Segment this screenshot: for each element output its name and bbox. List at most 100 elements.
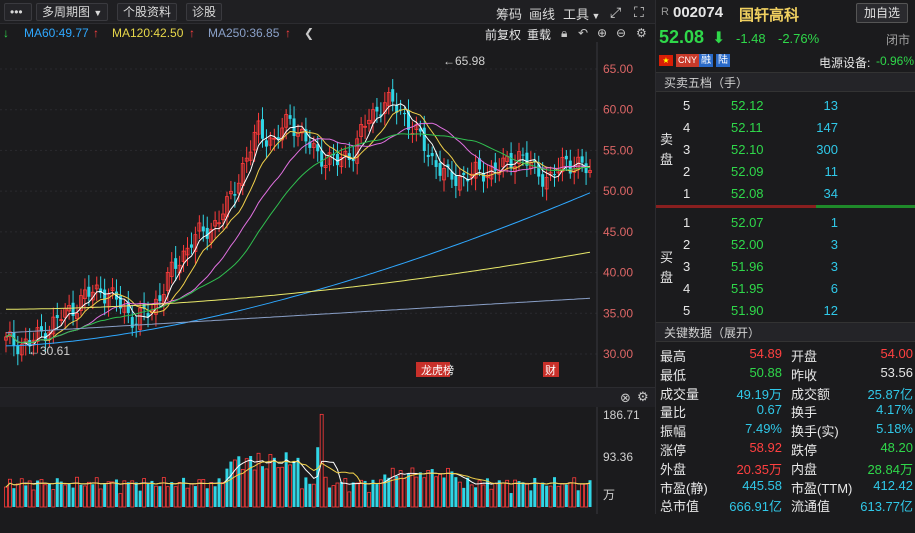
adjust-prev-button[interactable]: 前复权: [485, 26, 521, 43]
volume-bar: [51, 489, 56, 508]
candle-body: [320, 150, 324, 167]
multi-period-button[interactable]: 多周期图 ▼: [36, 3, 109, 21]
overlay-button[interactable]: 重载: [527, 26, 551, 43]
buy-level-row[interactable]: 1 52.07 1: [656, 211, 915, 233]
buy-level-num: 2: [683, 237, 691, 252]
volume-bar: [264, 468, 269, 508]
volume-bar: [347, 491, 352, 508]
undo-icon[interactable]: ↶: [578, 26, 588, 40]
lhb-badge[interactable]: 龙虎榜: [421, 363, 454, 377]
sell-level-price: 52.11: [731, 120, 763, 135]
keydata-label: 成交量: [660, 386, 700, 402]
expand-icon[interactable]: ⤢: [610, 4, 621, 21]
volume-bar: [422, 477, 427, 508]
volume-bar: [509, 493, 513, 507]
volume-bar: [454, 477, 458, 507]
volume-bar: [12, 488, 16, 507]
volume-bar: [469, 484, 474, 508]
volume-bar: [189, 483, 194, 508]
volume-bar: [430, 469, 434, 507]
volume-bar: [323, 476, 328, 508]
volume-bar: [43, 484, 48, 508]
volume-bar: [182, 477, 186, 507]
sell-level-num: 4: [683, 120, 691, 135]
volume-bar: [588, 480, 592, 507]
close-icon[interactable]: ⊗: [620, 390, 631, 406]
orderbook-header: 买卖五档（手）: [656, 72, 915, 92]
buy-level-num: 5: [683, 303, 691, 318]
market-status: 闭市: [886, 33, 911, 47]
connect-tag: 陆: [716, 54, 730, 67]
keydata-header[interactable]: 关键数据（展开）: [656, 322, 915, 342]
candle-body: [335, 153, 339, 166]
keydata-value: 4.17%: [876, 402, 913, 418]
buy-level-row[interactable]: 2 52.00 3: [656, 233, 915, 255]
volume-bar: [529, 490, 533, 507]
chart-toolbar: ••• 多周期图 ▼ 个股资料 诊股 筹码 画线 工具 ▼ ⤢ ⛶: [0, 0, 655, 24]
keydata-value: 54.00: [880, 346, 913, 361]
lock-icon[interactable]: 🔒︎: [561, 26, 567, 41]
candle-body: [434, 160, 438, 167]
sell-level-row[interactable]: 5 52.12 13: [656, 94, 915, 116]
quote-panel: R 002074 国轩高科 加自选 52.08 ⬇ -1.48 -2.76% 闭…: [655, 0, 915, 514]
keydata-label: 成交额: [791, 386, 831, 402]
volume-bar: [232, 459, 237, 508]
price-tick-label: 40.00: [603, 266, 633, 280]
candle-body: [564, 155, 568, 160]
zoom-in-icon[interactable]: ⊕: [597, 26, 607, 40]
more-menu-button[interactable]: •••: [4, 3, 32, 21]
volume-bar: [122, 480, 127, 508]
settings-icon[interactable]: ⚙: [637, 389, 649, 405]
volume-bar: [185, 487, 190, 508]
buy-level-row[interactable]: 3 51.96 3: [656, 255, 915, 277]
volume-bar: [221, 482, 225, 508]
keydata-row: 涨停 58.92 跌停 48.20: [656, 439, 915, 458]
keydata-row: 最高 54.89 开盘 54.00: [656, 345, 915, 364]
keydata-value: 53.56: [880, 364, 913, 380]
settings-icon[interactable]: ⚙: [636, 26, 647, 40]
ma20-line: [5, 122, 591, 344]
sell-level-row[interactable]: 4 52.11 147: [656, 116, 915, 138]
sector-label[interactable]: 电源设备:: [819, 54, 870, 71]
volume-bar: [533, 477, 537, 507]
chevron-left-icon[interactable]: ❮: [304, 26, 314, 40]
volume-bar: [395, 476, 399, 507]
kline-chart[interactable]: 65.00 60.00 55.00 50.00 45.00 40.00 35.00 30.00…: [0, 42, 655, 387]
diagnose-button[interactable]: 诊股: [186, 3, 223, 21]
candle-body: [584, 163, 588, 174]
stock-code: 002074: [673, 4, 724, 21]
tools-button[interactable]: 工具 ▼: [563, 4, 600, 23]
volume-chart[interactable]: 186.71 93.36 万: [0, 407, 655, 533]
zoom-out-icon[interactable]: ⊖: [616, 26, 626, 40]
volume-bar: [390, 467, 395, 508]
keydata-value: 50.88: [749, 364, 782, 380]
buy-level-volume: 6: [830, 281, 838, 296]
buy-level-row[interactable]: 5 51.90 12: [656, 299, 915, 321]
volume-tick-mid: 93.36: [603, 450, 633, 464]
sell-level-row[interactable]: 1 52.08 34: [656, 182, 915, 204]
volume-bar: [485, 478, 489, 507]
sell-level-row[interactable]: 3 52.10 300: [656, 138, 915, 160]
volume-bar: [138, 490, 142, 507]
keydata-row: 市盈(静) 445.58 市盈(TTM) 412.42: [656, 477, 915, 496]
sell-level-num: 1: [683, 186, 691, 201]
candle-body: [158, 295, 162, 302]
candle-body: [509, 152, 513, 169]
keydata-value: 0.67: [756, 402, 782, 418]
sell-level-row[interactable]: 2 52.09 11: [656, 160, 915, 182]
stock-info-button[interactable]: 个股资料: [117, 3, 178, 21]
volume-bar: [402, 478, 407, 508]
fullscreen-icon[interactable]: ⛶: [634, 4, 644, 21]
buy-level-price: 51.96: [731, 259, 764, 274]
add-watchlist-button[interactable]: 加自选: [856, 3, 908, 23]
volume-bar: [67, 483, 71, 507]
fin-badge[interactable]: 财: [545, 363, 556, 377]
candle-body: [426, 154, 430, 157]
buy-level-num: 1: [683, 215, 691, 230]
chips-button[interactable]: 筹码: [496, 4, 522, 23]
buy-level-row[interactable]: 4 51.95 6: [656, 277, 915, 299]
draw-line-button[interactable]: 画线: [529, 4, 555, 23]
volume-bar: [177, 482, 182, 508]
margin-tag: 融: [699, 54, 713, 67]
volume-bar: [94, 477, 99, 508]
